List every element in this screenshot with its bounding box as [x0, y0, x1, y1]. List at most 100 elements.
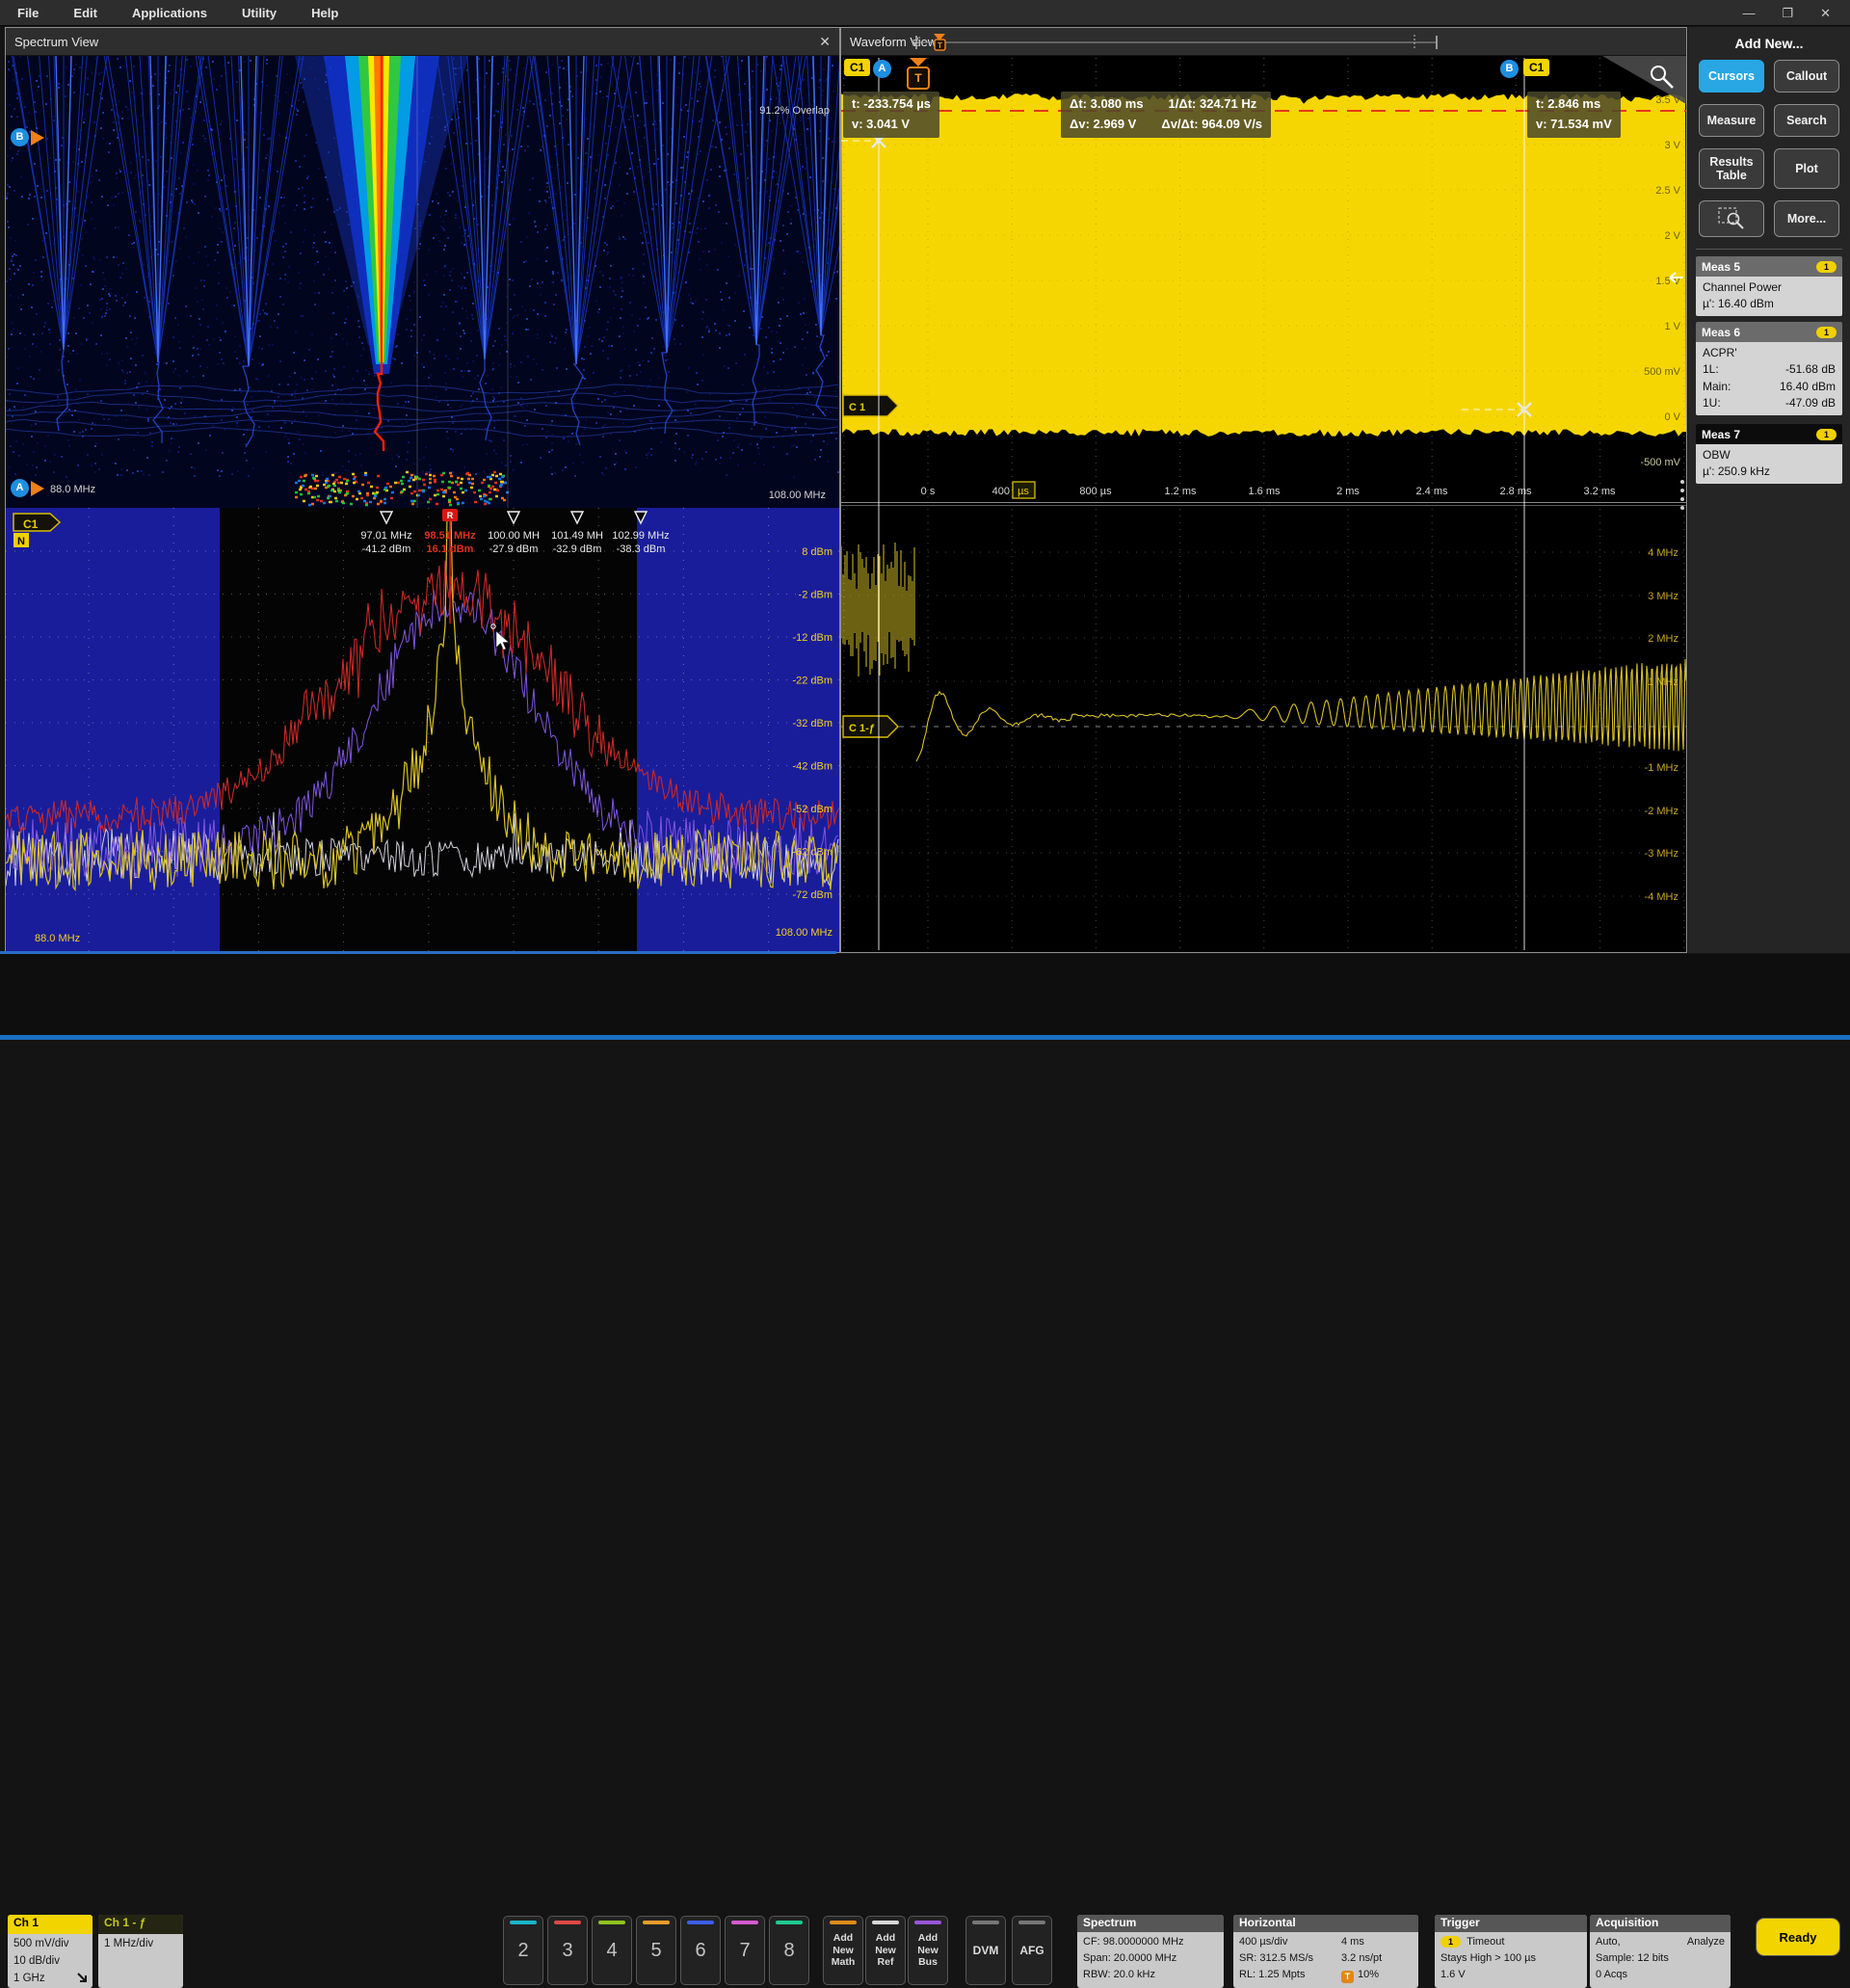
measurement-label: 1L:: [1703, 361, 1719, 378]
close-icon[interactable]: ✕: [1820, 6, 1831, 21]
menu-item-applications[interactable]: Applications: [132, 6, 207, 20]
waveform-view-panel[interactable]: Waveform View ET 3.5 V3 V2.5 V2 V1.5 V1 …: [840, 27, 1687, 953]
inv-delta-t: 1/Δt: 324.71 Hz: [1169, 94, 1257, 115]
sidebar-button-search[interactable]: Search: [1774, 104, 1839, 137]
sidebar-button-more-[interactable]: More...: [1774, 200, 1839, 237]
zoom-overview-bar[interactable]: ET: [912, 32, 1452, 53]
button-afg[interactable]: AFG: [1012, 1916, 1052, 1985]
svg-text:500 mV: 500 mV: [1644, 366, 1681, 378]
sidebar-button-plot[interactable]: Plot: [1774, 148, 1839, 189]
svg-text:16.1 dBm: 16.1 dBm: [427, 543, 474, 555]
minimize-icon[interactable]: —: [1742, 6, 1755, 20]
sidebar-button-measure[interactable]: Measure: [1699, 104, 1764, 137]
cursor-b-voltage: v: 71.534 mV: [1536, 115, 1612, 135]
channel-color-stripe: [598, 1921, 625, 1924]
menu-item-file[interactable]: File: [17, 6, 39, 20]
channel-4-button[interactable]: 4: [592, 1916, 632, 1985]
svg-text:-42 dBm: -42 dBm: [792, 761, 832, 773]
waveform-display[interactable]: 3.5 V3 V2.5 V2 V1.5 V1 V500 mV0 V-500 mV…: [841, 56, 1686, 952]
channel-color-stripe: [731, 1921, 758, 1924]
menu-item-help[interactable]: Help: [311, 6, 338, 20]
svg-text:1.6 ms: 1.6 ms: [1248, 486, 1281, 497]
channel-1-right-badge[interactable]: C1: [1523, 59, 1549, 76]
measurement-count-badge: 1: [1816, 327, 1837, 338]
measurement-value: -51.68 dB: [1785, 361, 1836, 378]
spectrum-view-title: Spectrum View: [14, 35, 98, 49]
sidebar-button-zoom-select-icon[interactable]: [1699, 200, 1764, 237]
svg-text:8 dBm: 8 dBm: [802, 546, 832, 558]
marker-b-badge[interactable]: B: [11, 128, 29, 146]
acquisition-card-title: Acquisition: [1590, 1915, 1731, 1932]
measurement-label: 1U:: [1703, 395, 1721, 411]
sidebar-button-results-table[interactable]: Results Table: [1699, 148, 1764, 189]
probe-icon: [76, 1972, 90, 1985]
ready-button[interactable]: Ready: [1756, 1918, 1840, 1956]
add-new-math-button[interactable]: AddNewMath: [823, 1916, 863, 1985]
cursor-a-time: t: -233.754 µs: [852, 94, 931, 115]
channel-7-button[interactable]: 7: [725, 1916, 765, 1985]
channel-2-button[interactable]: 2: [503, 1916, 543, 1985]
spectrum-view-close-icon[interactable]: ✕: [819, 34, 831, 50]
spectrum-view-panel[interactable]: Spectrum View ✕ 91.2% Overlap B A 88.0 M…: [5, 27, 840, 953]
svg-text:102.99 MHz: 102.99 MHz: [612, 530, 669, 542]
channel-3-button[interactable]: 3: [547, 1916, 588, 1985]
add-new-bus-button[interactable]: AddNewBus: [908, 1916, 948, 1985]
svg-text:1.2 ms: 1.2 ms: [1164, 486, 1197, 497]
measurement-line: ACPR': [1703, 345, 1836, 361]
button-stripe: [972, 1921, 999, 1924]
channel-number: 2: [517, 1940, 528, 1962]
marker-a-badge[interactable]: A: [11, 479, 29, 497]
button-dvm[interactable]: DVM: [965, 1916, 1006, 1985]
channel-6-button[interactable]: 6: [680, 1916, 721, 1985]
measurement-card-6[interactable]: Meas 61ACPR'1L:-51.68 dBMain:16.40 dBm1U…: [1696, 322, 1842, 415]
channel-1-card[interactable]: Ch 1 500 mV/div 10 dB/div 1 GHz: [8, 1915, 92, 1988]
channel-8-button[interactable]: 8: [769, 1916, 809, 1985]
menu-item-edit[interactable]: Edit: [73, 6, 97, 20]
measurement-name: Meas 6: [1702, 326, 1740, 339]
panel-drag-handle[interactable]: [1680, 480, 1684, 510]
add-new-ref-button[interactable]: AddNewRef: [865, 1916, 906, 1985]
add-new-title: Add New...: [1688, 27, 1850, 51]
trigger-card-title: Trigger: [1435, 1915, 1587, 1932]
channel-1-db-scale: 10 dB/div: [13, 1953, 87, 1971]
horizontal-resolution: 3.2 ns/pt: [1341, 1950, 1413, 1967]
sidebar-button-cursors[interactable]: Cursors: [1699, 60, 1764, 93]
measurement-line: Channel Power: [1703, 279, 1836, 296]
trigger-t-icon: T: [907, 66, 930, 90]
acquisition-sample: Sample: 12 bits: [1596, 1950, 1725, 1967]
channel-color-stripe: [776, 1921, 803, 1924]
spectrum-settings-card[interactable]: Spectrum CF: 98.0000000 MHz Span: 20.000…: [1077, 1915, 1224, 1988]
svg-text:-38.3 dBm: -38.3 dBm: [617, 543, 666, 555]
svg-text:2 V: 2 V: [1664, 230, 1680, 242]
channel-1-f-card[interactable]: Ch 1 - ƒ 1 MHz/div: [98, 1915, 183, 1988]
trigger-settings-card[interactable]: Trigger 1 Timeout Stays High > 100 µs 1.…: [1435, 1915, 1587, 1988]
svg-text:-500 mV: -500 mV: [1640, 457, 1680, 468]
svg-text:-52 dBm: -52 dBm: [792, 804, 832, 815]
spectrum-plot[interactable]: 8 dBm-2 dBm-12 dBm-22 dBm-32 dBm-42 dBm-…: [6, 508, 839, 952]
acquisition-settings-card[interactable]: Acquisition Auto, Analyze Sample: 12 bit…: [1590, 1915, 1731, 1988]
channel-color-stripe: [643, 1921, 670, 1924]
channel-color-stripe: [687, 1921, 714, 1924]
svg-text:108.00 MHz: 108.00 MHz: [776, 927, 832, 939]
channel-1-badge[interactable]: C1: [844, 59, 870, 76]
svg-text:-2 MHz: -2 MHz: [1645, 806, 1678, 817]
cursor-a-badge[interactable]: A: [873, 60, 891, 78]
measurement-card-5[interactable]: Meas 51Channel Powerµ': 16.40 dBm: [1696, 256, 1842, 316]
restore-icon[interactable]: ❐: [1782, 6, 1793, 21]
trigger-flag[interactable]: T: [907, 58, 930, 90]
acquisition-mode: Auto,: [1596, 1934, 1621, 1950]
sidebar-button-callout[interactable]: Callout: [1774, 60, 1839, 93]
menu-item-utility[interactable]: Utility: [242, 6, 277, 20]
spectrogram-display[interactable]: [6, 56, 839, 508]
channel-5-button[interactable]: 5: [636, 1916, 676, 1985]
measurement-card-7[interactable]: Meas 71OBWµ': 250.9 kHz: [1696, 424, 1842, 484]
sidebar-divider: [1696, 249, 1842, 250]
trigger-mode: Timeout: [1467, 1936, 1504, 1948]
measurement-line: 1U: -47.09 dB: [1703, 395, 1836, 411]
svg-text:-22 dBm: -22 dBm: [792, 676, 832, 687]
measurement-label: Main:: [1703, 379, 1731, 395]
cursor-b-badge[interactable]: B: [1500, 60, 1519, 78]
horizontal-settings-card[interactable]: Horizontal 400 µs/div 4 ms SR: 312.5 MS/…: [1233, 1915, 1418, 1988]
channel-number: 3: [562, 1940, 572, 1962]
measurement-value: -47.09 dB: [1785, 395, 1836, 411]
